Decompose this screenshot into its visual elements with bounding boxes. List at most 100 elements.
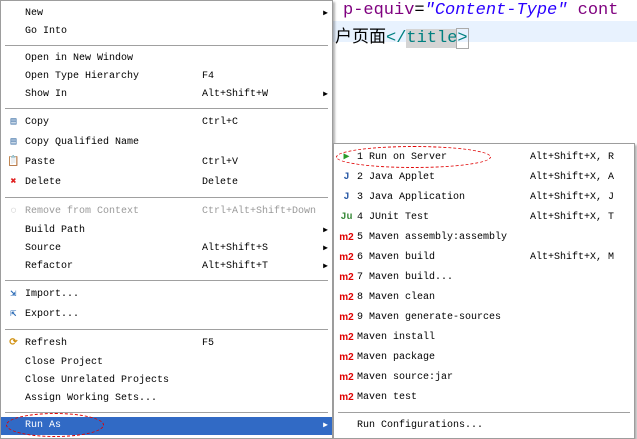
shortcut-label: Alt+Shift+X, J xyxy=(530,192,615,203)
shortcut-label: Alt+Shift+X, A xyxy=(530,172,615,183)
menu-item-show-in[interactable]: Show In Alt+Shift+W ▶ xyxy=(1,86,332,104)
run-as-item-9-maven-generate-sources[interactable]: m2 9 Maven generate-sources xyxy=(334,308,634,328)
tag-close: > xyxy=(456,28,469,49)
menu-item-label: Close Project xyxy=(25,357,104,368)
refresh-icon: ⟳ xyxy=(9,338,18,349)
title-text: 户页面 xyxy=(335,29,386,48)
attr-rest: cont xyxy=(567,1,619,20)
menu-item-close-project[interactable]: Close Project xyxy=(1,354,332,372)
submenu-arrow-icon: ▶ xyxy=(323,262,328,271)
menu-item-run-as[interactable]: Run As ▶ xyxy=(1,417,332,435)
menu-item-copy-qualified-name[interactable]: ▤ Copy Qualified Name xyxy=(1,133,332,153)
menu-item-assign-working-sets[interactable]: Assign Working Sets... xyxy=(1,390,332,408)
menu-item-delete[interactable]: ✖ Delete Delete xyxy=(1,173,332,193)
maven-icon: m2 xyxy=(339,352,354,363)
menu-item-label: Import... xyxy=(25,289,80,300)
maven-icon: m2 xyxy=(339,332,354,343)
menu-separator xyxy=(1,325,332,334)
tag-name: title xyxy=(406,29,458,48)
paste-icon: 📋 xyxy=(7,157,20,168)
copy-qualified-name-icon: ▤ xyxy=(10,137,17,148)
menu-item-close-unrelated-projects[interactable]: Close Unrelated Projects xyxy=(1,372,332,390)
maven-icon: m2 xyxy=(339,232,354,243)
menu-separator xyxy=(1,41,332,50)
maven-icon: m2 xyxy=(339,252,354,263)
menu-item-import[interactable]: ⇲ Import... xyxy=(1,285,332,305)
menu-item-source[interactable]: Source Alt+Shift+S ▶ xyxy=(1,240,332,258)
menu-item-label: Source xyxy=(25,243,62,254)
submenu-arrow-icon: ▶ xyxy=(323,226,328,235)
menu-item-open-type-hierarchy[interactable]: Open Type Hierarchy F4 xyxy=(1,68,332,86)
menu-item-label: Delete xyxy=(25,177,62,188)
junit-icon: Ju xyxy=(340,212,353,223)
menu-item-label: Remove from Context xyxy=(25,206,140,217)
java-application-icon: J xyxy=(343,192,350,203)
run-as-item-maven-test[interactable]: m2 Maven test xyxy=(334,388,634,408)
menu-separator xyxy=(1,276,332,285)
remove-context-icon: ◌ xyxy=(10,206,17,217)
menu-item-open-in-new-window[interactable]: Open in New Window xyxy=(1,50,332,68)
menu-separator xyxy=(1,104,332,113)
menu-item-label: Open Type Hierarchy xyxy=(25,71,140,82)
menu-item-copy[interactable]: ▤ Copy Ctrl+C xyxy=(1,113,332,133)
run-as-item-1-run-on-server[interactable]: ▶ 1 Run on Server Alt+Shift+X, R xyxy=(334,148,634,168)
menu-item-label: Run Configurations... xyxy=(357,420,484,431)
menu-item-label: 1 Run on Server xyxy=(357,152,448,163)
run-as-item-maven-source-jar[interactable]: m2 Maven source:jar xyxy=(334,368,634,388)
run-as-item-maven-package[interactable]: m2 Maven package xyxy=(334,348,634,368)
menu-item-label: 6 Maven build xyxy=(357,252,436,263)
menu-item-label: Assign Working Sets... xyxy=(25,393,158,404)
attr-name: p-equiv xyxy=(343,1,415,20)
menu-separator xyxy=(334,408,634,417)
menu-item-go-into[interactable]: Go Into xyxy=(1,23,332,41)
menu-item-build-path[interactable]: Build Path ▶ xyxy=(1,222,332,240)
menu-item-label: Export... xyxy=(25,309,80,320)
context-menu: New ▶ Go Into Open in New Window Open Type H… xyxy=(0,0,333,439)
maven-icon: m2 xyxy=(339,272,354,283)
menu-item-refresh[interactable]: ⟳ Refresh F5 xyxy=(1,334,332,354)
maven-icon: m2 xyxy=(339,372,354,383)
menu-item-label: 3 Java Application xyxy=(357,192,466,203)
menu-item-label: Maven source:jar xyxy=(357,372,454,383)
submenu-arrow-icon: ▶ xyxy=(323,244,328,253)
submenu-arrow-icon: ▶ xyxy=(323,9,328,18)
run-as-item-run-configurations[interactable]: Run Configurations... xyxy=(334,417,634,435)
menu-item-label: 2 Java Applet xyxy=(357,172,436,183)
menu-item-label: Maven test xyxy=(357,392,418,403)
menu-item-label: Show In xyxy=(25,89,68,100)
submenu-arrow-icon: ▶ xyxy=(323,90,328,99)
menu-item-label: Refactor xyxy=(25,261,74,272)
run-as-item-3-java-application[interactable]: J 3 Java Application Alt+Shift+X, J xyxy=(334,188,634,208)
java-applet-icon: J xyxy=(343,172,350,183)
shortcut-label: F5 xyxy=(202,338,215,349)
run-as-item-maven-install[interactable]: m2 Maven install xyxy=(334,328,634,348)
maven-icon: m2 xyxy=(339,392,354,403)
menu-item-label: Maven package xyxy=(357,352,436,363)
menu-item-new[interactable]: New ▶ xyxy=(1,5,332,23)
submenu-arrow-icon: ▶ xyxy=(323,421,328,430)
run-as-submenu: ▶ 1 Run on Server Alt+Shift+X, R J 2 Java Ap… xyxy=(333,143,635,439)
run-as-item-5-maven-assembly-assembly[interactable]: m2 5 Maven assembly:assembly xyxy=(334,228,634,248)
menu-item-label: Open in New Window xyxy=(25,53,134,64)
run-as-item-4-junit-test[interactable]: Ju 4 JUnit Test Alt+Shift+X, T xyxy=(334,208,634,228)
run-as-item-6-maven-build[interactable]: m2 6 Maven build Alt+Shift+X, M xyxy=(334,248,634,268)
run-as-item-7-maven-build[interactable]: m2 7 Maven build... xyxy=(334,268,634,288)
menu-item-label: Copy xyxy=(25,117,50,128)
menu-item-refactor[interactable]: Refactor Alt+Shift+T ▶ xyxy=(1,258,332,276)
menu-item-export[interactable]: ⇱ Export... xyxy=(1,305,332,325)
run-as-item-2-java-applet[interactable]: J 2 Java Applet Alt+Shift+X, A xyxy=(334,168,634,188)
menu-item-remove-from-context: ◌ Remove from Context Ctrl+Alt+Shift+Down xyxy=(1,202,332,222)
menu-item-label: Run As xyxy=(25,420,62,431)
menu-item-paste[interactable]: 📋 Paste Ctrl+V xyxy=(1,153,332,173)
run-as-item-8-maven-clean[interactable]: m2 8 Maven clean xyxy=(334,288,634,308)
menu-separator xyxy=(1,408,332,417)
menu-item-label: 4 JUnit Test xyxy=(357,212,430,223)
menu-item-label: Build Path xyxy=(25,225,86,236)
server-run-icon: ▶ xyxy=(343,152,350,163)
menu-separator xyxy=(1,193,332,202)
menu-item-label: 5 Maven assembly:assembly xyxy=(357,232,508,243)
tag-open: </ xyxy=(386,29,407,48)
attr-value: "Content-Type" xyxy=(424,1,568,20)
menu-item-label: Copy Qualified Name xyxy=(25,137,140,148)
code-line-1: p-equiv="Content-Type" cont xyxy=(343,1,618,20)
